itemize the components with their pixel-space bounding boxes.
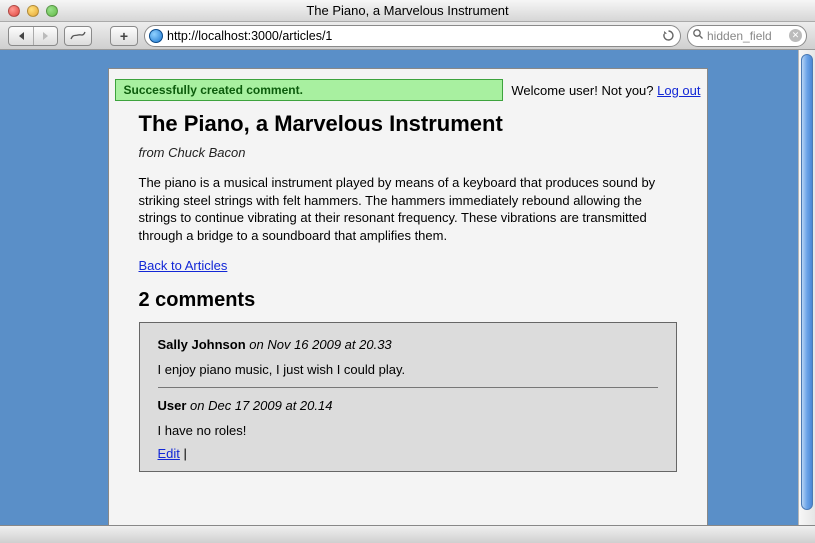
reload-button[interactable] [660, 28, 676, 44]
window-title: The Piano, a Marvelous Instrument [0, 3, 815, 18]
comment: User on Dec 17 2009 at 20.14 I have no r… [158, 387, 658, 461]
nav-button-group [8, 26, 58, 46]
comment-body: I enjoy piano music, I just wish I could… [158, 362, 658, 377]
article-title: The Piano, a Marvelous Instrument [139, 111, 677, 137]
welcome-username: user [569, 83, 594, 98]
flash-notice: Successfully created comment. [115, 79, 504, 101]
article-author: Chuck Bacon [168, 145, 245, 160]
window-titlebar: The Piano, a Marvelous Instrument [0, 0, 815, 22]
comment-actions: Edit | [158, 446, 658, 461]
article-body: The piano is a musical instrument played… [139, 174, 677, 244]
url-text: http://localhost:3000/articles/1 [167, 29, 656, 43]
comments-header: 2 comments [139, 289, 677, 312]
plus-icon: + [120, 28, 128, 44]
comment-meta: User on Dec 17 2009 at 20.14 [158, 398, 658, 413]
article-page: Successfully created comment. Welcome us… [108, 68, 708, 525]
close-window-button[interactable] [8, 5, 20, 17]
favicon-icon [149, 29, 163, 43]
status-bar [0, 525, 815, 543]
comment-body: I have no roles! [158, 423, 658, 438]
comment-author: Sally Johnson [158, 337, 246, 352]
comment-meta: Sally Johnson on Nov 16 2009 at 20.33 [158, 337, 658, 352]
action-separator: | [180, 446, 187, 461]
comment-author: User [158, 398, 187, 413]
window-controls [8, 5, 58, 17]
clear-search-button[interactable]: ✕ [789, 29, 802, 42]
not-you-text: ! Not you? [594, 83, 657, 98]
add-bookmark-button[interactable]: + [110, 26, 138, 46]
back-button[interactable] [9, 27, 33, 45]
reader-button[interactable] [64, 26, 92, 46]
forward-button[interactable] [33, 27, 57, 45]
article-byline: from Chuck Bacon [139, 145, 677, 160]
zoom-window-button[interactable] [46, 5, 58, 17]
logout-link[interactable]: Log out [657, 83, 700, 98]
comments-box: Sally Johnson on Nov 16 2009 at 20.33 I … [139, 322, 677, 472]
browser-toolbar: + http://localhost:3000/articles/1 hidde… [0, 22, 815, 50]
search-text: hidden_field [707, 29, 786, 43]
page-viewport: Successfully created comment. Welcome us… [0, 50, 815, 525]
search-bar[interactable]: hidden_field ✕ [687, 25, 807, 47]
comment-timestamp: on Dec 17 2009 at 20.14 [190, 398, 332, 413]
user-nav: Welcome user! Not you? Log out [503, 83, 700, 98]
byline-prefix: from [139, 145, 169, 160]
vertical-scrollbar[interactable] [798, 50, 815, 525]
comment-timestamp: on Nov 16 2009 at 20.33 [249, 337, 391, 352]
back-to-articles-link[interactable]: Back to Articles [139, 258, 228, 273]
edit-comment-link[interactable]: Edit [158, 446, 180, 461]
comment: Sally Johnson on Nov 16 2009 at 20.33 I … [158, 337, 658, 377]
search-icon [692, 28, 704, 43]
welcome-prefix: Welcome [511, 83, 569, 98]
address-bar[interactable]: http://localhost:3000/articles/1 [144, 25, 681, 47]
minimize-window-button[interactable] [27, 5, 39, 17]
scroll-thumb[interactable] [801, 54, 813, 510]
top-row: Successfully created comment. Welcome us… [109, 79, 707, 101]
